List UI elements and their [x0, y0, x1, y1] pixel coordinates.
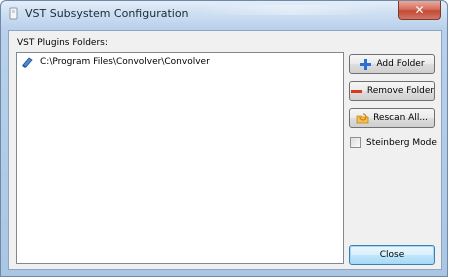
plugins-folders-list[interactable]: C:\Program Files\Convolver\Convolver	[16, 52, 344, 264]
remove-folder-button[interactable]: Remove Folder	[349, 81, 435, 101]
steinberg-mode-option[interactable]: Steinberg Mode	[350, 137, 437, 148]
plus-icon	[360, 58, 372, 70]
remove-folder-label: Remove Folder	[366, 86, 435, 96]
list-item[interactable]: C:\Program Files\Convolver\Convolver	[21, 56, 210, 68]
steinberg-mode-checkbox[interactable]	[350, 137, 361, 148]
dialog-window: VST Subsystem Configuration ✕ VST Plugin…	[0, 0, 448, 277]
plugins-folders-label: VST Plugins Folders:	[17, 38, 108, 48]
window-title: VST Subsystem Configuration	[25, 7, 189, 20]
titlebar-gloss	[201, 5, 381, 15]
rescan-all-label: Rescan All...	[373, 113, 428, 123]
add-folder-label: Add Folder	[376, 59, 425, 69]
app-icon	[9, 7, 18, 20]
window-close-button[interactable]: ✕	[398, 1, 441, 20]
rescan-folder-icon	[356, 112, 369, 123]
minus-icon	[350, 89, 362, 93]
steinberg-mode-label: Steinberg Mode	[366, 137, 437, 148]
dialog-client-area: VST Plugins Folders: C:\Program Files\Co…	[8, 30, 442, 270]
close-button[interactable]: Close	[349, 245, 435, 265]
folder-path: C:\Program Files\Convolver\Convolver	[40, 57, 210, 67]
rescan-all-button[interactable]: Rescan All...	[349, 108, 435, 128]
close-icon: ✕	[414, 3, 425, 17]
folder-icon	[22, 57, 33, 68]
close-label: Close	[379, 250, 405, 260]
title-bar[interactable]: VST Subsystem Configuration ✕	[1, 1, 447, 27]
add-folder-button[interactable]: Add Folder	[349, 54, 435, 74]
